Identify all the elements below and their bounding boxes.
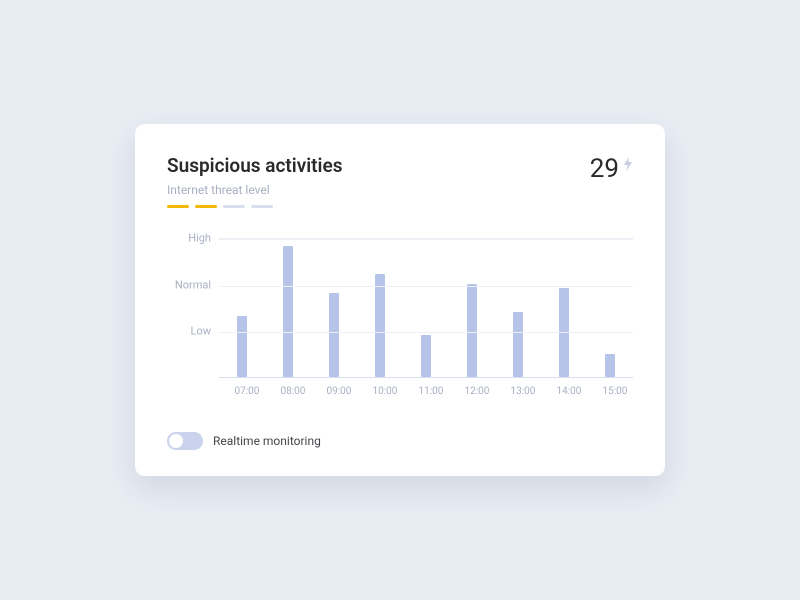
activity-card: Suspicious activities Internet threat le…	[135, 124, 665, 476]
chart-bars	[219, 237, 633, 377]
x-axis-label: 13:00	[511, 386, 521, 397]
realtime-toggle[interactable]	[167, 432, 203, 450]
threat-level-indicator	[167, 205, 342, 208]
chart-bar	[283, 246, 293, 377]
toggle-label: Realtime monitoring	[213, 434, 321, 448]
card-title: Suspicious activities	[167, 154, 342, 177]
chart-bar	[329, 293, 339, 377]
threat-segment	[195, 205, 217, 208]
chart-gridline	[219, 239, 633, 240]
chart-gridline	[219, 286, 633, 287]
x-axis-label: 15:00	[603, 386, 613, 397]
x-axis-label: 12:00	[465, 386, 475, 397]
chart-area: HighNormalLow 07:0008:0009:0010:0011:001…	[167, 238, 633, 408]
chart-bar	[237, 316, 247, 377]
x-axis-label: 10:00	[373, 386, 383, 397]
y-axis-label: Low	[191, 325, 211, 338]
x-axis-labels: 07:00 08:00 09:00 10:00 11:00 12:00 13:00 14:00…	[219, 386, 633, 397]
threat-segment	[167, 205, 189, 208]
count-wrap: 29	[590, 154, 633, 184]
x-axis-label: 11:00	[419, 386, 429, 397]
x-axis-label: 14:00	[557, 386, 567, 397]
y-axis-labels: HighNormalLow	[167, 238, 217, 378]
x-axis-label: 09:00	[327, 386, 337, 397]
x-axis-label: 07:00	[235, 386, 245, 397]
x-axis-label: 08:00	[281, 386, 291, 397]
chart-bar	[605, 354, 615, 377]
toggle-knob	[169, 434, 183, 448]
header-text-block: Suspicious activities Internet threat le…	[167, 154, 342, 208]
y-axis-label: Normal	[175, 278, 211, 291]
card-footer: Realtime monitoring	[167, 432, 633, 450]
chart-gridline	[219, 332, 633, 333]
chart-bar	[375, 274, 385, 377]
chart-bar	[467, 284, 477, 377]
chart-bar	[421, 335, 431, 377]
lightning-icon	[623, 156, 633, 175]
activity-count: 29	[590, 154, 619, 184]
chart-bar	[513, 312, 523, 377]
card-header: Suspicious activities Internet threat le…	[167, 154, 633, 208]
y-axis-label: High	[188, 232, 211, 245]
threat-segment	[223, 205, 245, 208]
chart-plot	[219, 238, 633, 378]
card-subtitle: Internet threat level	[167, 183, 342, 197]
threat-segment	[251, 205, 273, 208]
